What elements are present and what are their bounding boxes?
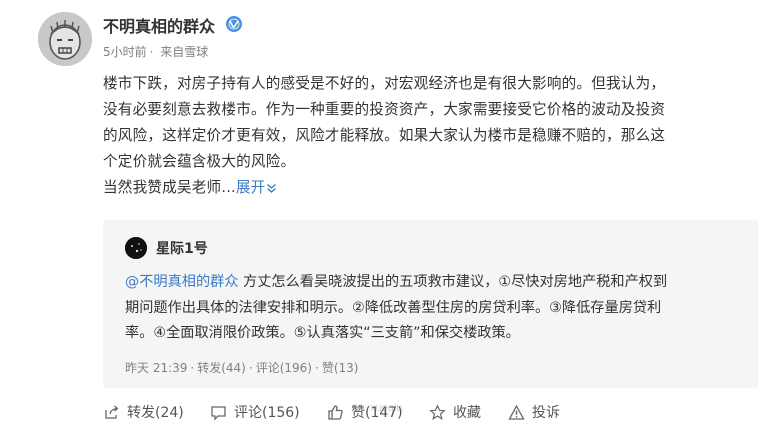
post-text-line: 个定价就会蕴含极大的风险。 (103, 153, 296, 170)
favorite-button[interactable]: 收藏 (429, 402, 481, 422)
expand-button[interactable]: 展开 (236, 179, 278, 196)
star-icon (429, 403, 446, 420)
quoted-text-line: @不明真相的群众 方丈怎么看吴晓波提出的五项救市建议，①尽快对房地产税和产权到 (125, 270, 745, 296)
post-text-line: 楼市下跌，对房子持有人的感受是不好的，对宏观经济也是有很大影响的。但我认为， (103, 75, 666, 92)
watermark: xueqiu (370, 402, 403, 414)
avatar[interactable] (38, 12, 92, 66)
quoted-post-footer: 昨天 21:39 · 转发(44) · 评论(196) · 赞(13) (125, 361, 359, 375)
quoted-author-name[interactable]: 星际1号 (156, 238, 208, 258)
favorite-label: 收藏 (453, 405, 481, 421)
post-meta: 5小时前 · 来自雪球 (103, 45, 209, 59)
quoted-text-first: 方丈怎么看吴晓波提出的五项救市建议，①尽快对房地产税和产权到 (238, 274, 668, 290)
quoted-like-count[interactable]: 赞(13) (322, 361, 359, 375)
share-icon (105, 405, 119, 419)
quoted-comment-count[interactable]: 评论(196) (256, 361, 312, 375)
post-time[interactable]: 5小时前 (103, 45, 147, 59)
post-text-truncated: 当然我赞成吴老师... (103, 179, 236, 196)
post-text-line: 的风险，这样定价才更有效，风险才能释放。如果大家认为楼市是稳赚不赔的，那么这 (103, 127, 666, 144)
warning-icon (508, 404, 525, 420)
report-label: 投诉 (532, 405, 560, 421)
verified-badge-icon (226, 16, 242, 32)
report-button[interactable]: 投诉 (508, 402, 560, 422)
quoted-post-time[interactable]: 昨天 21:39 (125, 361, 187, 375)
author-name[interactable]: 不明真相的群众 (103, 13, 215, 37)
quoted-author-avatar[interactable] (125, 237, 147, 259)
comment-label: 评论(156) (234, 405, 300, 421)
post-text: 楼市下跌，对房子持有人的感受是不好的，对宏观经济也是有很大影响的。但我认为， 没… (103, 71, 753, 201)
quoted-post[interactable]: 星际1号 @不明真相的群众 方丈怎么看吴晓波提出的五项救市建议，①尽快对房地产税… (103, 220, 758, 388)
post-text-line-last: 当然我赞成吴老师...展开 (103, 175, 753, 201)
quoted-text-line: 率。④全面取消限价政策。⑤认真落实“三支箭”和保交楼政策。 (125, 325, 520, 341)
post-source: 来自雪球 (160, 45, 209, 59)
repost-button[interactable]: 转发(24) (103, 402, 184, 422)
chevron-double-down-icon (267, 183, 277, 193)
quoted-repost-count[interactable]: 转发(44) (197, 361, 246, 375)
quoted-text-line: 期问题作出具体的法律安排和明示。②降低改善型住房的房贷利率。③降低存量房贷利 (125, 299, 662, 316)
repost-label: 转发(24) (127, 405, 184, 421)
post-text-line: 没有必要刻意去救楼市。作为一种重要的投资资产，大家需要接受它价格的波动及投资 (103, 101, 666, 118)
comment-button[interactable]: 评论(156) (210, 402, 300, 422)
thumbs-up-icon (328, 404, 343, 420)
expand-label: 展开 (235, 179, 266, 196)
comment-icon (211, 405, 226, 421)
quoted-post-text: @不明真相的群众 方丈怎么看吴晓波提出的五项救市建议，①尽快对房地产税和产权到 … (125, 270, 745, 347)
mention-link[interactable]: @不明真相的群众 (125, 274, 239, 290)
action-bar: 转发(24) 评论(156) 赞(147) 收藏 投诉 (103, 402, 763, 424)
